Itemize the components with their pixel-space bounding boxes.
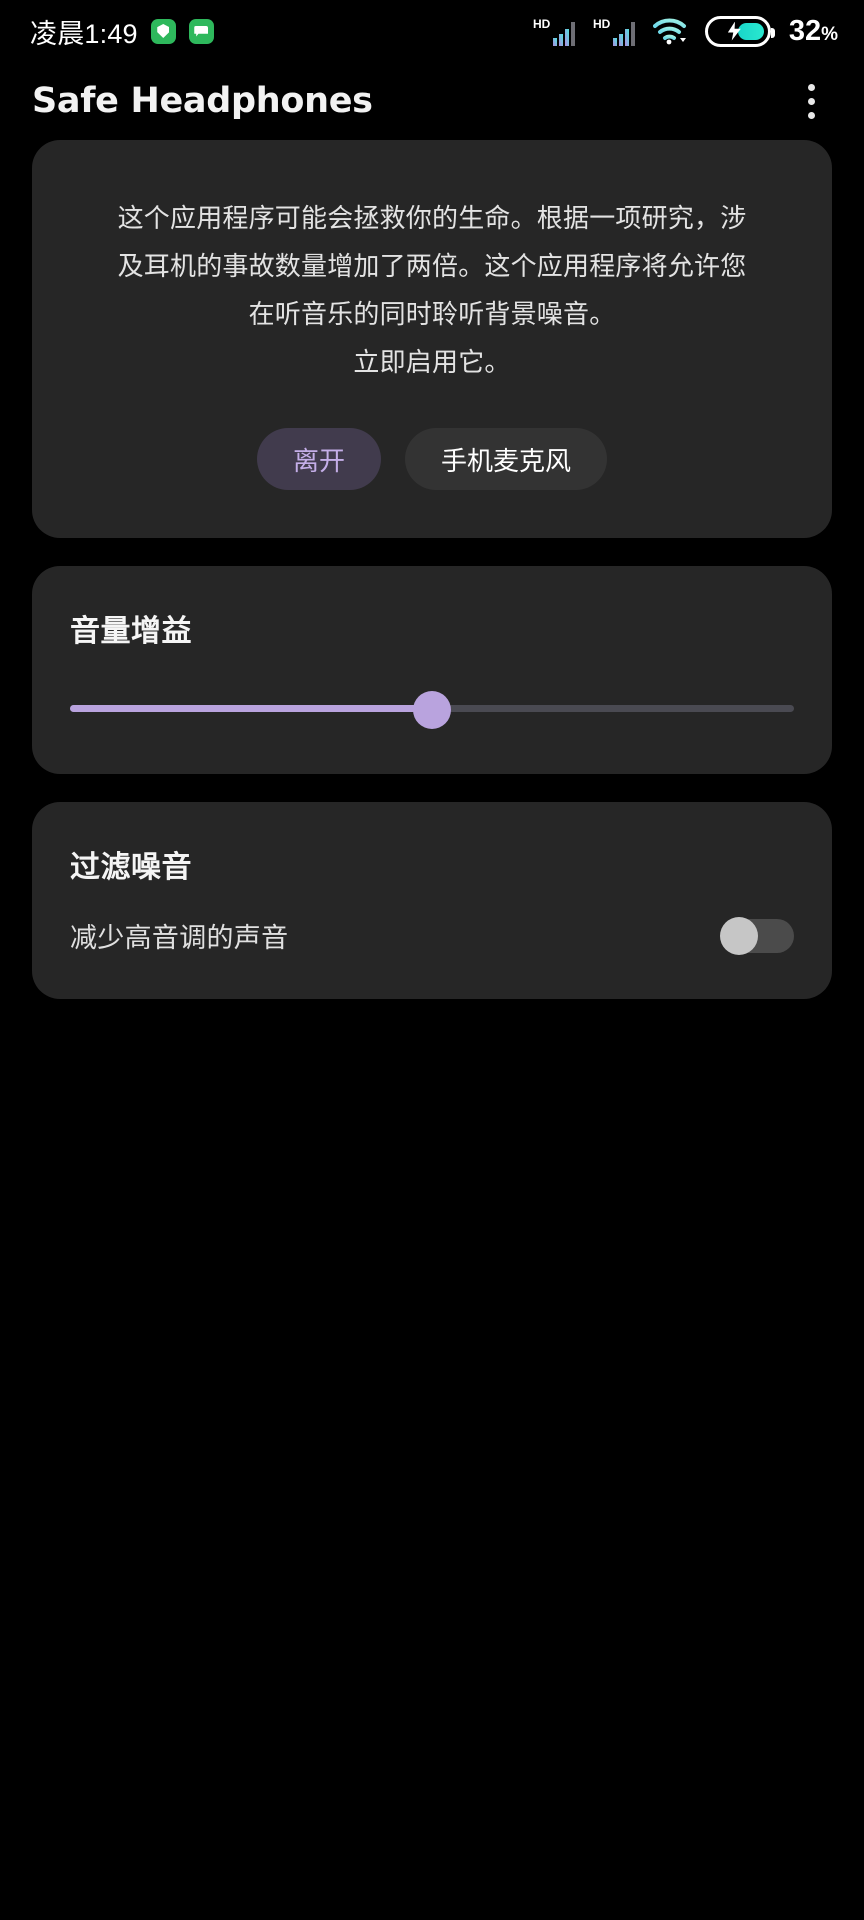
status-bar: 凌晨1:49 HD HD 32% [0,0,864,62]
intro-actions: 离开 手机麦克风 [68,428,796,490]
filter-noise-toggle[interactable] [720,916,794,955]
security-app-icon [150,18,176,44]
battery-percent-value: 32 [788,14,822,47]
status-bar-left: 凌晨1:49 [30,12,214,51]
signal-bars-1-icon: HD [533,17,575,46]
toggle-knob [720,916,758,955]
svg-text:HD: HD [593,17,611,31]
phone-microphone-button[interactable]: 手机麦克风 [405,428,608,490]
overflow-menu-icon[interactable] [788,75,834,127]
intro-line-3: 在听音乐的同时聆听背景噪音。 [248,299,616,329]
filter-noise-card: 过滤噪音 减少高音调的声音 [32,802,832,999]
battery-percent-symbol: % [821,23,838,45]
charging-bolt-icon [727,21,741,41]
main-content: 这个应用程序可能会拯救你的生命。根据一项研究，涉 及耳机的事故数量增加了两倍。这… [0,140,864,999]
intro-text: 这个应用程序可能会拯救你的生命。根据一项研究，涉 及耳机的事故数量增加了两倍。这… [68,194,796,386]
wifi-icon [652,18,686,45]
app-bar: Safe Headphones [0,62,864,140]
messages-app-icon [188,18,214,44]
volume-gain-heading: 音量增益 [70,615,192,648]
slider-track-active [70,705,432,712]
svg-text:HD: HD [533,17,551,31]
filter-noise-subtitle: 减少高音调的声音 [70,923,289,953]
volume-gain-slider[interactable] [70,691,794,729]
volume-gain-card: 音量增益 [32,566,832,774]
page-title: Safe Headphones [32,81,373,121]
filter-noise-row[interactable]: 减少高音调的声音 [70,916,794,955]
intro-line-2: 及耳机的事故数量增加了两倍。这个应用程序将允许您 [117,251,747,281]
battery-icon [704,15,775,47]
battery-percent: 32% [789,15,838,48]
slider-thumb[interactable] [413,691,451,729]
status-bar-right: HD HD 32% [533,15,838,48]
leave-button[interactable]: 离开 [256,428,381,490]
filter-noise-heading: 过滤噪音 [70,851,192,884]
intro-line-4: 立即启用它。 [353,347,511,377]
status-clock: 凌晨1:49 [30,18,138,49]
intro-line-1: 这个应用程序可能会拯救你的生命。根据一项研究，涉 [117,203,747,233]
intro-card: 这个应用程序可能会拯救你的生命。根据一项研究，涉 及耳机的事故数量增加了两倍。这… [32,140,832,538]
signal-bars-2-icon: HD [593,17,635,46]
